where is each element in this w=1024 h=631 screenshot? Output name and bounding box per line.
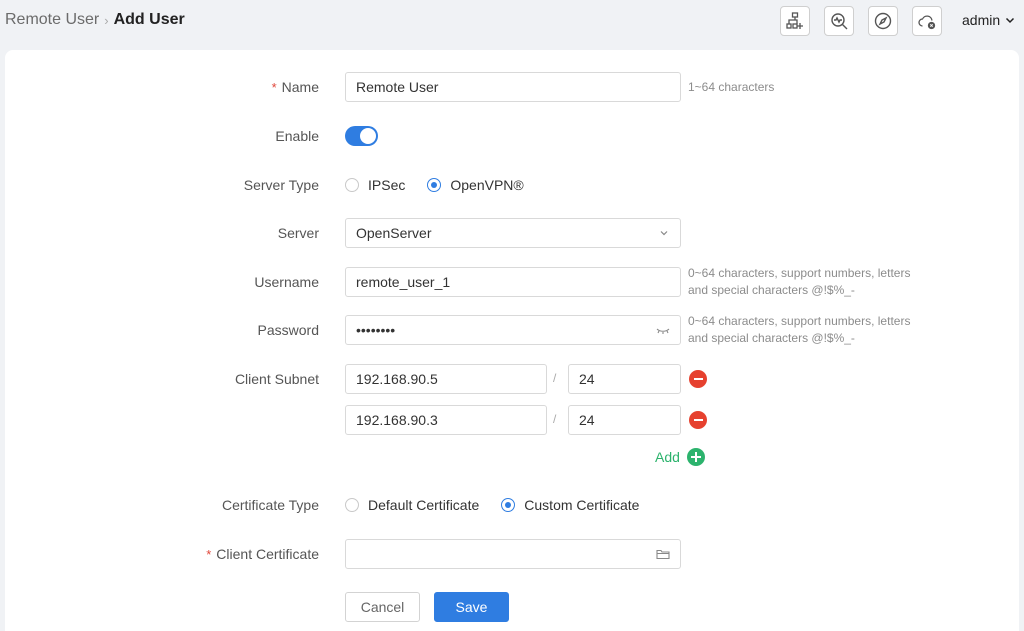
add-label: Add: [655, 449, 680, 465]
client-subnet-label: Client Subnet: [234, 371, 319, 387]
subnet-mask-input[interactable]: 24: [568, 405, 681, 435]
compass-button[interactable]: [868, 6, 898, 36]
enable-label: Enable: [275, 128, 319, 144]
client-certificate-label: * Client Certificate: [206, 546, 319, 562]
enable-row: Enable: [5, 121, 1019, 151]
save-button[interactable]: Save: [434, 592, 509, 622]
remove-subnet-button[interactable]: [689, 411, 707, 429]
diagnose-icon: [831, 13, 848, 30]
cloud-button[interactable]: [912, 6, 942, 36]
server-select[interactable]: OpenServer: [345, 218, 681, 248]
password-row: Password •••••••• 0~64 characters, suppo…: [5, 314, 1019, 345]
breadcrumb-current: Add User: [113, 11, 185, 28]
password-input[interactable]: ••••••••: [345, 315, 681, 345]
certificate-type-label: Certificate Type: [221, 497, 319, 513]
username-label: Username: [254, 274, 319, 290]
server-label: Server: [277, 225, 319, 241]
required-marker: *: [206, 547, 212, 562]
page-header: Remote User › Add User admin: [0, 0, 1024, 42]
chevron-down-icon: [1006, 17, 1015, 24]
required-marker: *: [271, 80, 277, 95]
add-subnet-button[interactable]: Add: [655, 442, 705, 472]
username-hint: 0~64 characters, support numbers, letter…: [688, 266, 911, 297]
subnet-ip-input[interactable]: 192.168.90.3: [345, 405, 547, 435]
add-subnet-row: Add: [5, 442, 1019, 472]
client-subnet-row: 192.168.90.3 / 24: [5, 405, 1019, 435]
certificate-type-radio-group: Default Certificate Custom Certificate: [345, 490, 661, 520]
chevron-down-icon: [660, 231, 668, 236]
radio-custom-certificate[interactable]: Custom Certificate: [501, 497, 639, 513]
password-value: ••••••••: [356, 322, 396, 338]
client-subnet-row: Client Subnet 192.168.90.5 / 24: [5, 364, 1019, 394]
radio-indicator: [345, 498, 359, 512]
plus-icon: [686, 448, 705, 466]
server-select-value: OpenServer: [356, 225, 432, 241]
password-label: Password: [257, 322, 319, 338]
subnet-separator: /: [553, 371, 557, 385]
breadcrumb: Remote User › Add User: [5, 11, 185, 29]
actions-row: Cancel Save: [5, 592, 1019, 622]
certificate-type-row: Certificate Type Default Certificate Cus…: [5, 490, 1019, 520]
network-add-button[interactable]: [780, 6, 810, 36]
username-input[interactable]: remote_user_1: [345, 267, 681, 297]
server-type-label: Server Type: [243, 177, 319, 193]
radio-openvpn[interactable]: OpenVPN®: [427, 177, 524, 193]
eye-closed-icon[interactable]: [656, 324, 670, 336]
name-label: * Name: [271, 79, 319, 95]
radio-indicator: [427, 178, 442, 192]
server-type-row: Server Type IPSec OpenVPN®: [5, 170, 1019, 200]
subnet-separator: /: [553, 412, 557, 426]
cancel-button[interactable]: Cancel: [345, 592, 420, 622]
header-toolbar: [780, 6, 956, 36]
breadcrumb-parent[interactable]: Remote User: [5, 11, 99, 29]
server-type-radio-group: IPSec OpenVPN®: [345, 170, 546, 200]
user-menu[interactable]: admin: [962, 12, 1015, 28]
subnet-ip-input[interactable]: 192.168.90.5: [345, 364, 547, 394]
remove-subnet-button[interactable]: [689, 370, 707, 388]
folder-icon[interactable]: [656, 548, 670, 560]
server-row: Server OpenServer: [5, 218, 1019, 248]
radio-ipsec[interactable]: IPSec: [345, 177, 405, 193]
client-certificate-file-input[interactable]: [345, 539, 681, 569]
diagnose-button[interactable]: [824, 6, 854, 36]
name-hint: 1~64 characters: [688, 80, 775, 94]
form-card: * Name Remote User 1~64 characters Enable…: [5, 50, 1019, 631]
password-hint: 0~64 characters, support numbers, letter…: [688, 314, 911, 345]
username-row: Username remote_user_1 0~64 characters, …: [5, 266, 1019, 297]
cloud-icon: [918, 15, 936, 30]
subnet-mask-input[interactable]: 24: [568, 364, 681, 394]
radio-indicator: [345, 178, 359, 192]
radio-default-certificate[interactable]: Default Certificate: [345, 497, 479, 513]
compass-icon: [874, 12, 892, 30]
breadcrumb-separator: ›: [104, 12, 109, 28]
name-input[interactable]: Remote User: [345, 72, 681, 102]
radio-indicator: [501, 498, 516, 512]
enable-toggle[interactable]: [345, 126, 378, 146]
toggle-knob: [360, 128, 376, 144]
network-add-icon: [786, 12, 803, 29]
client-certificate-row: * Client Certificate: [5, 539, 1019, 569]
name-row: * Name Remote User 1~64 characters: [5, 72, 1019, 102]
user-name: admin: [962, 12, 1001, 28]
